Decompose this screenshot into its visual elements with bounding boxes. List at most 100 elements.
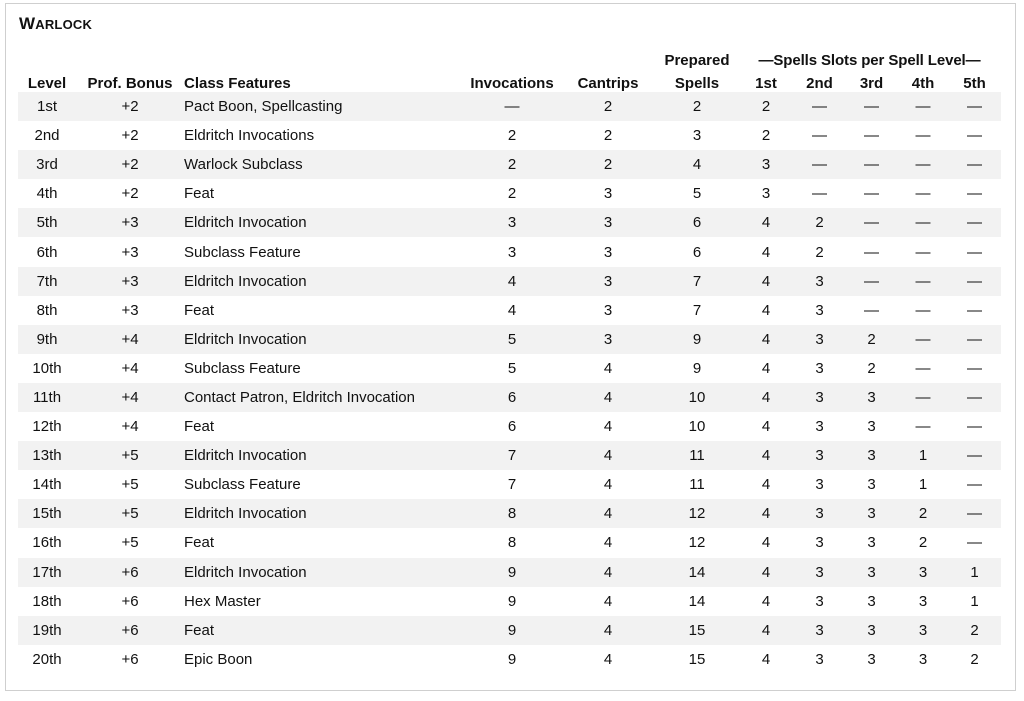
cell-slot-4th: — (915, 418, 931, 436)
cell-slot-2nd: 3 (794, 499, 845, 529)
cell-invocations: 5 (464, 324, 560, 354)
cell-slot-1st: 3 (761, 185, 771, 203)
cell-slot-4th: — (915, 243, 931, 261)
cell-slot-5th: — (948, 208, 1001, 238)
cell-invocations: 2 (464, 150, 560, 180)
cell-level: 13th (18, 441, 76, 471)
cell-cantrips: 4 (560, 382, 656, 413)
cell-slot-5th: — (948, 324, 1001, 354)
cell-cantrips: 3 (560, 266, 656, 296)
cell-slot-1st: 4 (738, 382, 794, 413)
cell-cantrips: 4 (560, 441, 656, 471)
table-row: 11th +4 Contact Patron, Eldritch Invocatio… (18, 382, 1001, 413)
cell-prof-bonus: +3 (76, 266, 184, 296)
cell-level: 17th (18, 557, 76, 587)
header-row: Level Prof. Bonus Class Features Invocation… (18, 69, 1001, 92)
table-row: 19th +6 Feat 9 4 15 4 3 3 3 2 (18, 615, 1001, 645)
header-spell-slots-group: —Spells Slots per Spell Level— (758, 52, 981, 69)
cell-slot-2nd: 3 (815, 650, 824, 668)
table-row: 14th +5 Subclass Feature 7 4 11 4 3 3 1 — (18, 470, 1001, 499)
table-row: 12th +4 Feat 6 4 10 4 3 3 — — (18, 412, 1001, 441)
cell-slot-5th: 2 (948, 615, 1001, 645)
cell-cantrips: 3 (603, 185, 613, 203)
cell-prof-bonus: +6 (76, 615, 184, 645)
cell-slot-2nd: 3 (815, 359, 824, 377)
table-row: 7th +3 Eldritch Invocation 4 3 7 4 3— — — (18, 266, 1001, 296)
header-slot-2nd: 2nd (806, 75, 833, 92)
table-row: 18th +6 Hex Master 9 4 14 4 3 3 3 1 (18, 587, 1001, 616)
cell-invocations: 7 (507, 476, 517, 494)
cell-invocations: 9 (464, 615, 560, 645)
cell-prof-bonus: +6 (121, 592, 139, 610)
cell-invocations: — (464, 92, 560, 122)
table-row: 17th +6 Eldritch Invocation 9 4 14 4 3 3 3 1 (18, 557, 1001, 587)
cell-slot-2nd: 3 (794, 441, 845, 471)
cell-prepared-spells: 2 (656, 92, 738, 122)
cell-cantrips: 3 (603, 243, 613, 261)
cell-invocations: 4 (507, 301, 517, 319)
cell-slot-5th: — (967, 418, 982, 436)
header-cantrips: Cantrips (577, 75, 639, 92)
cell-class-features: Feat (184, 301, 215, 319)
cell-invocations: 5 (507, 359, 517, 377)
cell-level: 19th (18, 615, 76, 645)
cell-cantrips: 3 (560, 324, 656, 354)
cell-slot-5th: — (967, 534, 982, 552)
cell-slot-3rd: 3 (845, 382, 898, 413)
table-row: 6th +3 Subclass Feature 3 3 6 4 2 — — — (18, 237, 1001, 266)
cell-slot-4th: — (898, 208, 948, 238)
cell-prepared-spells: 12 (688, 534, 706, 552)
cell-slot-4th: — (898, 150, 948, 180)
cell-slot-3rd: — (864, 243, 879, 261)
cell-prepared-spells: 15 (656, 615, 738, 645)
cell-slot-2nd: 3 (794, 557, 845, 587)
cell-prepared-spells: 3 (692, 127, 702, 145)
title-initial: W (19, 14, 36, 33)
cell-slot-1st: 4 (761, 418, 771, 436)
cell-slot-3rd: 3 (845, 615, 898, 645)
table-row: 9th +4 Eldritch Invocation 5 3 9 4 3 2— — (18, 324, 1001, 354)
cell-level: 12th (32, 418, 62, 436)
cell-slot-1st: 2 (761, 127, 771, 145)
cell-slot-4th: 2 (918, 534, 928, 552)
cell-prof-bonus: +4 (76, 324, 184, 354)
header-class-features: Class Features (184, 75, 291, 92)
table-row: 15th +5 Eldritch Invocation 8 4 12 4 3 3 2— (18, 499, 1001, 529)
cell-slot-3rd: 3 (845, 499, 898, 529)
cell-slot-1st: 4 (738, 266, 794, 296)
cell-slot-4th: — (915, 359, 931, 377)
cell-invocations: 7 (464, 441, 560, 471)
cell-prepared-spells: 11 (689, 476, 705, 494)
cell-slot-3rd: 3 (867, 650, 876, 668)
cell-slot-2nd: 3 (794, 615, 845, 645)
cell-slot-1st: 4 (761, 476, 771, 494)
cell-slot-1st: 4 (738, 441, 794, 471)
cell-slot-5th: — (967, 185, 982, 203)
cell-slot-5th: — (948, 150, 1001, 180)
header-slot-1st: 1st (755, 75, 777, 92)
cell-slot-1st: 4 (761, 534, 771, 552)
cell-prepared-spells: 4 (656, 150, 738, 180)
cell-slot-2nd: 3 (815, 534, 824, 552)
cell-prof-bonus: +3 (121, 243, 139, 261)
cell-invocations: 6 (464, 382, 560, 413)
cell-cantrips: 4 (560, 615, 656, 645)
cell-class-features: Eldritch Invocation (184, 499, 464, 529)
cell-prof-bonus: +6 (76, 557, 184, 587)
cell-class-features: Epic Boon (184, 650, 253, 668)
cell-slot-5th: — (948, 266, 1001, 296)
warlock-features-table: Prepared —Spells Slots per Spell Level— … (18, 44, 1001, 674)
title-rest: ARLOCK (35, 17, 93, 32)
cell-slot-5th: — (967, 127, 982, 145)
cell-slot-3rd: — (845, 150, 898, 180)
cell-prepared-spells: 5 (692, 185, 702, 203)
cell-slot-4th: 1 (918, 476, 928, 494)
cell-cantrips: 4 (603, 534, 613, 552)
table-row: 3rd +2 Warlock Subclass 2 2 4 3— — — — (18, 150, 1001, 180)
cell-slot-1st: 4 (761, 359, 771, 377)
cell-prepared-spells: 10 (688, 418, 706, 436)
cell-class-features: Feat (184, 615, 464, 645)
cell-slot-3rd: — (845, 208, 898, 238)
cell-prof-bonus: +3 (121, 301, 139, 319)
header-row-top: Prepared —Spells Slots per Spell Level— (18, 44, 1001, 69)
